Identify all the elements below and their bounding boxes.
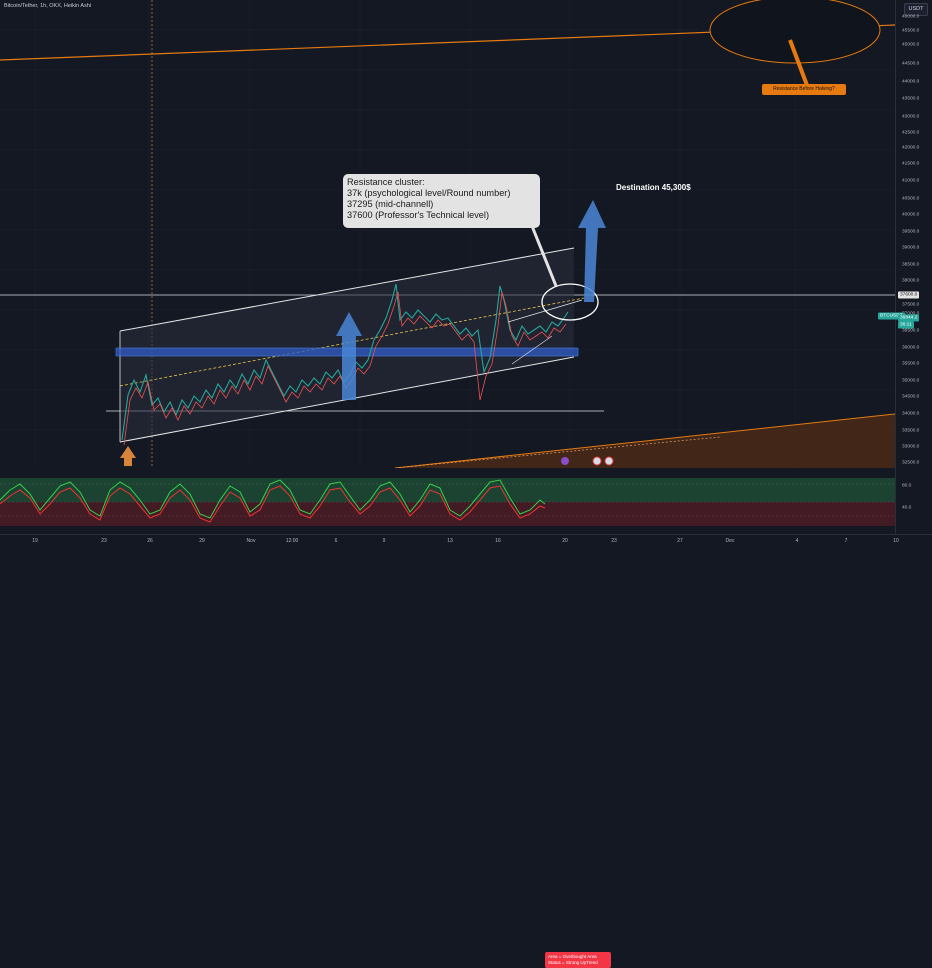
price-tick: 34500.0 [902,394,920,400]
event-icon[interactable] [561,457,569,465]
price-tick: 33500.0 [902,428,920,434]
time-label: 6 [334,538,338,544]
time-label: 23 [611,538,617,544]
price-tick: 44000.0 [902,79,920,85]
price-tick: 33000.0 [902,444,920,450]
time-label: 16 [495,538,501,544]
price-tick: 32500.0 [902,460,920,466]
oscillator-tick: 40.0 [902,505,912,511]
oscillator-pane[interactable]: Area = Overbought Area Status = Strong U… [0,470,895,968]
countdown-tag: 36:11 [898,321,914,329]
price-tick: 34000.0 [902,411,920,417]
price-tick: 39500.0 [902,229,920,235]
start-arrow [120,446,136,466]
flag-icon[interactable] [592,456,602,466]
price-tick: 43000.0 [902,114,920,120]
price-tick: 46000.0 [902,14,920,20]
time-label: Dec [725,538,735,544]
time-label: Nov [246,538,256,544]
time-label: 9 [382,538,386,544]
time-label: 27 [677,538,683,544]
time-label: 26 [147,538,153,544]
price-tick: 40000.0 [902,212,920,218]
price-tick: 41500.0 [902,161,920,167]
price-chart-svg [0,0,896,469]
up-arrow-2[interactable] [578,200,606,302]
callout-line: 37k (psychological level/Round number) [347,188,511,198]
price-tick: 43500.0 [902,96,920,102]
oscillator-status-text: Status = Strong UpTrend [548,960,598,965]
time-label: 20 [562,538,568,544]
price-tick: 35000.0 [902,378,920,384]
time-label: 23 [101,538,107,544]
price-tick: 42000.0 [902,145,920,151]
time-axis[interactable]: 19 23 26 29 Nov 12:00 6 9 13 16 20 23 27… [0,534,932,551]
price-tick: 45500.0 [902,28,920,34]
price-tick: 37500.0 [902,302,920,308]
time-label: 10 [893,538,899,544]
symbol-title: Bitcoin/Tether, 1h, OKX, Heikin Ashi [4,3,92,9]
price-axis[interactable]: USDT 46000.0 45500.0 45000.0 44500.0 440… [878,0,932,534]
callout-line: Resistance cluster: [347,177,425,187]
time-label: 7 [844,538,848,544]
resistance-callout[interactable]: Resistance cluster: 37k (psychological l… [343,174,540,228]
price-tick: 36500.0 [902,328,920,334]
price-tick: 41000.0 [902,178,920,184]
last-price-tag: 36844.2 [898,314,920,322]
price-tick: 35500.0 [902,361,920,367]
time-label: 12:00 [285,538,299,544]
price-tick: 36000.0 [902,345,920,351]
price-tick: 38000.0 [902,278,920,284]
level-price-tag[interactable]: 37600.0 [898,291,920,299]
callout-line: 37295 (mid-channell) [347,199,434,209]
time-label: 13 [447,538,453,544]
oscillator-tick: 80.0 [902,483,912,489]
price-tick: 40500.0 [902,196,920,202]
price-tick: 44500.0 [902,61,920,67]
price-tick: 45000.0 [902,42,920,48]
time-label: 4 [795,538,799,544]
oscillator-svg [0,470,895,534]
oscillator-status-tag[interactable]: Area = Overbought Area Status = Strong U… [545,952,611,968]
price-tick: 38500.0 [902,262,920,268]
price-chart[interactable]: Bitcoin/Tether, 1h, OKX, Heikin Ashi Res… [0,0,896,469]
destination-label[interactable]: Destination 45,300$ [616,183,691,192]
price-tick: 39000.0 [902,245,920,251]
flag-icon[interactable] [604,456,614,466]
halving-resistance-label[interactable]: Resistance Before Halving? [762,84,846,95]
price-tick: 42500.0 [902,130,920,136]
time-label: 29 [199,538,205,544]
callout-line: 37600 (Professor's Technical level) [347,210,490,220]
time-label: 19 [32,538,38,544]
